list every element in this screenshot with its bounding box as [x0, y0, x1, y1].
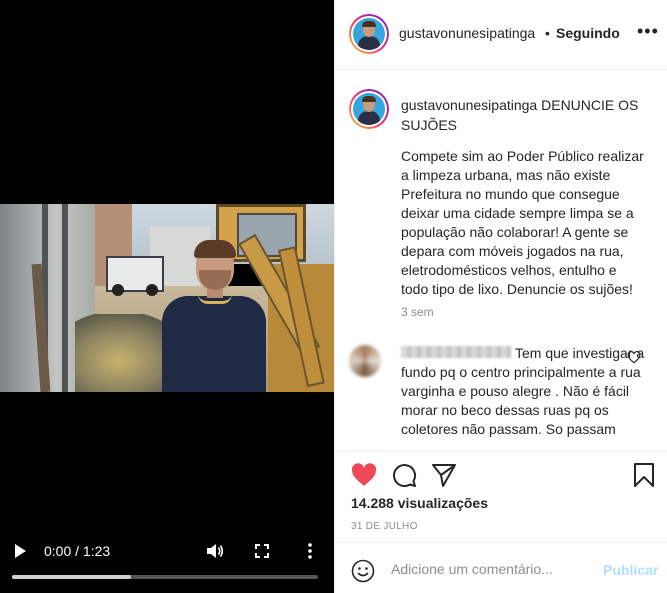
comment-text: Tem que investigar a fundo pq o centro p…: [401, 345, 645, 437]
share-icon[interactable]: [431, 462, 457, 488]
separator-dot: •: [545, 25, 550, 41]
header-username[interactable]: gustavonunesipatinga: [399, 25, 535, 41]
video-progress-bar[interactable]: [12, 575, 318, 579]
more-options-vertical-icon[interactable]: [305, 542, 315, 560]
video-controls: 0:00 / 1:23: [0, 530, 334, 593]
avatar[interactable]: [349, 14, 389, 54]
post-actions: 14.288 visualizações 31 DE JULHO: [335, 451, 667, 541]
caption-avatar[interactable]: [349, 89, 389, 129]
following-button[interactable]: Seguindo: [556, 25, 620, 41]
caption-heading: gustavonunesipatinga DENUNCIE OS SUJÕES: [401, 95, 651, 135]
comment-like-icon[interactable]: [627, 351, 641, 364]
play-icon[interactable]: [15, 544, 26, 558]
post-date[interactable]: 31 DE JULHO: [351, 521, 418, 532]
commenter-username[interactable]: [401, 346, 511, 358]
save-bookmark-icon[interactable]: [631, 462, 657, 488]
avatar-image: [353, 18, 385, 50]
caption-username[interactable]: gustavonunesipatinga: [401, 97, 537, 113]
volume-icon[interactable]: [206, 543, 224, 559]
person-hair: [194, 240, 236, 258]
person-shirt: [162, 296, 266, 392]
video-time: 0:00 / 1:23: [44, 543, 111, 559]
like-heart-icon[interactable]: [351, 462, 377, 488]
add-comment-bar: Publicar: [335, 542, 667, 593]
caption-timestamp[interactable]: 3 sem: [401, 305, 434, 319]
video-person: [160, 240, 268, 392]
post-header: gustavonunesipatinga • Seguindo •••: [335, 0, 667, 70]
caption-text: Compete sim ao Poder Público realizar a …: [401, 148, 648, 297]
publish-button[interactable]: Publicar: [603, 562, 658, 578]
comment-input[interactable]: [391, 557, 596, 581]
avatar-image: [353, 93, 385, 125]
video-progress-fill: [12, 575, 132, 579]
comment-icon[interactable]: [391, 462, 417, 488]
video-frame[interactable]: [0, 204, 334, 392]
wall-stripe: [62, 204, 68, 392]
truck-wheel: [146, 284, 158, 296]
video-truck: [106, 256, 164, 296]
commenter-avatar[interactable]: [349, 345, 381, 377]
truck-wheel: [112, 284, 124, 296]
video-player[interactable]: 0:00 / 1:23: [0, 0, 334, 593]
fullscreen-icon[interactable]: [255, 544, 269, 558]
views-count[interactable]: 14.288 visualizações: [351, 495, 488, 511]
comments-list[interactable]: gustavonunesipatinga DENUNCIE OS SUJÕES …: [335, 71, 667, 451]
post-sidebar: gustavonunesipatinga • Seguindo ••• gust…: [334, 0, 667, 593]
more-options-icon[interactable]: •••: [637, 22, 659, 40]
emoji-icon[interactable]: [351, 559, 375, 583]
